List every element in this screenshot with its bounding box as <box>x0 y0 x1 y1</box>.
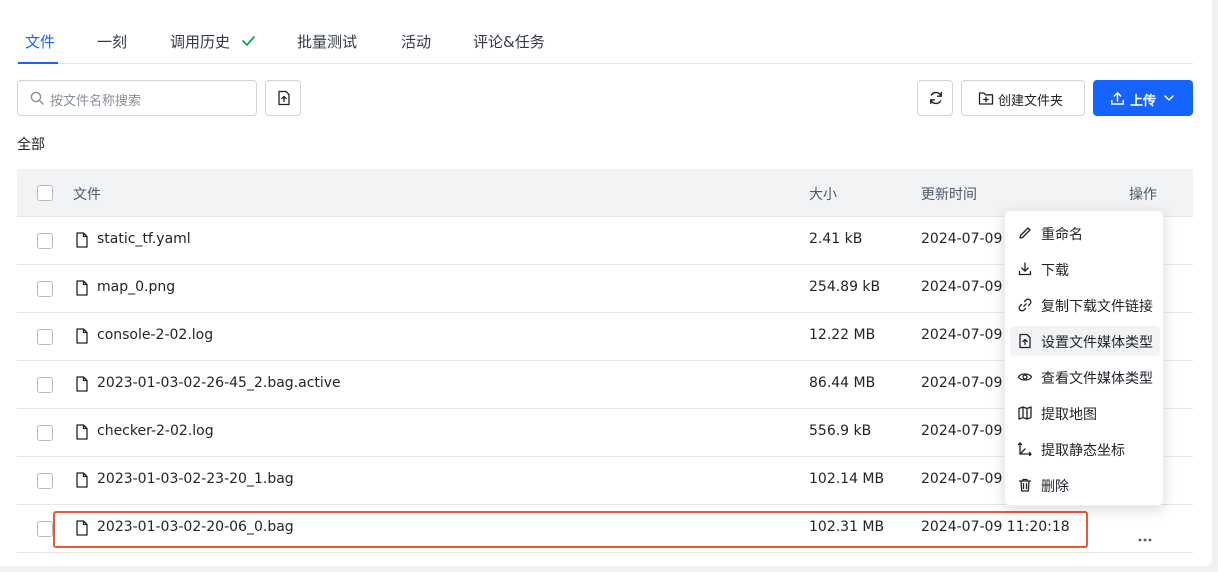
menu-item-label: 提取地图 <box>1041 407 1097 423</box>
search-input[interactable]: 按文件名称搜索 <box>17 80 257 116</box>
file-icon <box>75 232 89 252</box>
menu-item-trash[interactable]: 删除 <box>1010 470 1160 500</box>
menu-item-label: 查看文件媒体类型 <box>1041 371 1153 387</box>
tab-call-history[interactable]: 调用历史 <box>170 32 255 52</box>
refresh-icon <box>930 91 942 105</box>
row-checkbox[interactable] <box>37 377 53 393</box>
tab-batch-test[interactable]: 批量测试 <box>297 32 357 52</box>
file-name[interactable]: static_tf.yaml <box>97 231 191 247</box>
file-name[interactable]: 2023-01-03-02-23-20_1.bag <box>97 471 294 487</box>
tab-comments-tasks[interactable]: 评论&任务 <box>473 32 545 52</box>
tab-moments[interactable]: 一刻 <box>97 32 127 52</box>
download-icon <box>1018 262 1032 276</box>
menu-item-label: 提取静态坐标 <box>1041 443 1125 459</box>
file-name[interactable]: checker-2-02.log <box>97 423 214 439</box>
tab-bar: 文件 一刻 调用历史 批量测试 活动 评论&任务 <box>17 14 1193 64</box>
file-size: 102.14 MB <box>809 471 885 487</box>
active-tab-indicator <box>18 62 58 64</box>
file-name[interactable]: map_0.png <box>97 279 175 295</box>
check-icon <box>241 36 255 46</box>
more-actions-icon[interactable] <box>1138 527 1152 546</box>
file-size: 254.89 kB <box>809 279 881 295</box>
select-all-checkbox[interactable] <box>37 185 53 201</box>
column-header-actions: 操作 <box>1129 187 1157 203</box>
menu-item-file-upload[interactable]: 设置文件媒体类型 <box>1010 326 1160 356</box>
file-updated-time: 2024-07-09 <box>921 471 1003 487</box>
eye-icon <box>1017 373 1033 381</box>
create-folder-label: 创建文件夹 <box>998 94 1064 109</box>
upload-button[interactable]: 上传 <box>1093 80 1193 116</box>
menu-item-edit[interactable]: 重命名 <box>1010 218 1160 248</box>
column-header-file: 文件 <box>73 187 101 203</box>
trash-icon <box>1018 478 1032 492</box>
menu-item-label: 删除 <box>1041 479 1069 495</box>
breadcrumb[interactable]: 全部 <box>17 134 45 154</box>
search-icon <box>30 91 44 105</box>
menu-item-label: 设置文件媒体类型 <box>1041 335 1153 351</box>
file-updated-time: 2024-07-09 <box>921 231 1003 247</box>
refresh-button[interactable] <box>917 80 953 116</box>
row-actions-menu: 重命名下载复制下载文件链接 设置文件媒体类型 查看文件媒体类型 提取地图提取静态坐标删… <box>1004 210 1164 506</box>
file-size: 12.22 MB <box>809 327 876 343</box>
file-size: 86.44 MB <box>809 375 876 391</box>
tab-call-history-label: 调用历史 <box>170 33 231 51</box>
map-icon <box>1018 406 1032 420</box>
row-checkbox[interactable] <box>37 425 53 441</box>
tab-files[interactable]: 文件 <box>25 32 55 52</box>
file-updated-time: 2024-07-09 <box>921 327 1003 343</box>
file-icon <box>75 280 89 300</box>
row-checkbox[interactable] <box>37 281 53 297</box>
file-icon <box>75 376 89 396</box>
edit-icon <box>1019 227 1031 239</box>
file-name[interactable]: console-2-02.log <box>97 327 213 343</box>
menu-item-label: 下载 <box>1041 263 1069 279</box>
row-checkbox[interactable] <box>37 473 53 489</box>
file-updated-time: 2024-07-09 <box>921 423 1003 439</box>
file-icon <box>75 424 89 444</box>
menu-item-axis[interactable]: 提取静态坐标 <box>1010 434 1160 464</box>
menu-item-link[interactable]: 复制下载文件链接 <box>1010 290 1160 320</box>
file-updated-time: 2024-07-09 <box>921 279 1003 295</box>
file-icon <box>75 472 89 492</box>
row-checkbox[interactable] <box>37 521 53 537</box>
row-checkbox[interactable] <box>37 329 53 345</box>
folder-add-icon <box>978 92 994 105</box>
file-upload-icon <box>1019 333 1031 349</box>
upload-label: 上传 <box>1130 94 1157 109</box>
file-size: 2.41 kB <box>809 231 863 247</box>
menu-item-eye[interactable]: 查看文件媒体类型 <box>1010 362 1160 392</box>
column-header-updated[interactable]: 更新时间 <box>921 184 977 204</box>
file-panel: 文件 一刻 调用历史 批量测试 活动 评论&任务 按文件名称搜索 创建文件夹 上… <box>0 0 1212 566</box>
chevron-down-icon <box>1164 95 1174 101</box>
file-size: 556.9 kB <box>809 423 872 439</box>
menu-item-map[interactable]: 提取地图 <box>1010 398 1160 428</box>
file-icon <box>75 328 89 348</box>
search-placeholder: 按文件名称搜索 <box>50 94 142 109</box>
create-folder-button[interactable]: 创建文件夹 <box>961 80 1085 116</box>
file-updated-time: 2024-07-09 <box>921 375 1003 391</box>
axis-icon <box>1017 442 1032 457</box>
menu-item-download[interactable]: 下载 <box>1010 254 1160 284</box>
link-icon <box>1018 298 1032 312</box>
menu-item-label: 复制下载文件链接 <box>1041 299 1153 315</box>
import-file-button[interactable] <box>265 80 301 116</box>
row-checkbox[interactable] <box>37 233 53 249</box>
upload-icon <box>1111 92 1124 105</box>
file-upload-icon <box>278 90 290 106</box>
selected-row-highlight <box>53 511 1088 548</box>
file-name[interactable]: 2023-01-03-02-26-45_2.bag.active <box>97 375 341 391</box>
tab-activity[interactable]: 活动 <box>401 32 431 52</box>
column-header-size[interactable]: 大小 <box>809 184 837 204</box>
menu-item-label: 重命名 <box>1041 227 1083 243</box>
